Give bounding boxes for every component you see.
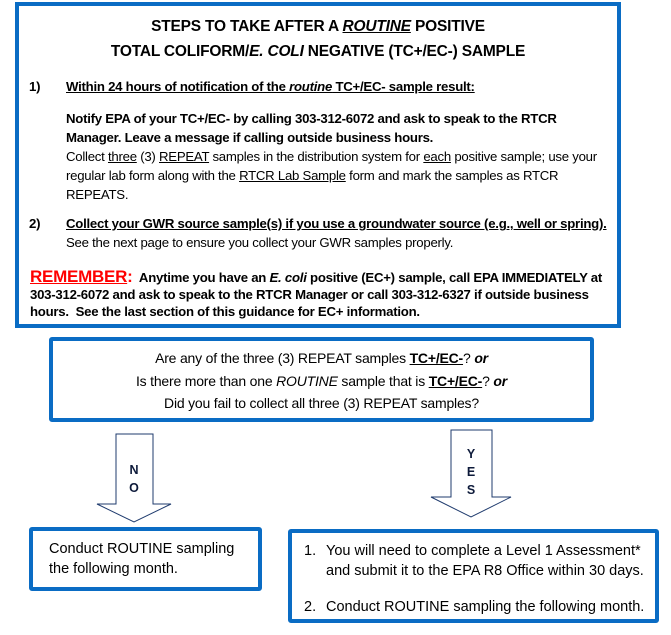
- title-text: TOTAL COLIFORM/: [110, 43, 250, 60]
- yes-outcome-box: 1. You will need to complete a Level 1 A…: [288, 529, 659, 623]
- step-number: 1): [29, 79, 41, 94]
- title-line-1: STEPS TO TAKE AFTER A ROUTINE POSITIVE: [19, 18, 617, 36]
- rtcr-lab-sample-form-reference: RTCR Lab Sample: [239, 168, 346, 183]
- title-emphasis: ROUTINE: [342, 18, 412, 35]
- decision-question-box: Are any of the three (3) REPEAT samples …: [49, 337, 594, 422]
- text: samples in the distribution system for: [209, 149, 424, 164]
- no-label-letter: N: [129, 463, 139, 477]
- title-emphasis: E. COLI: [249, 43, 304, 60]
- heading-text: TC+/EC- sample result:: [332, 79, 475, 94]
- title-line-2: TOTAL COLIFORM/E. COLI NEGATIVE (TC+/EC-…: [19, 43, 617, 61]
- title-text: POSITIVE: [410, 18, 485, 35]
- emphasis-each: each: [423, 149, 451, 164]
- question-text: Is there more than one: [135, 373, 277, 389]
- yes-label-letter: Y: [466, 447, 476, 461]
- remember-emphasis: E. coli: [269, 270, 307, 285]
- yes-label-letter: S: [466, 483, 476, 497]
- remember-label: REMEMBER: [30, 267, 128, 286]
- item-text: Conduct ROUTINE sampling the following m…: [326, 599, 645, 615]
- remember-note: REMEMBER: Anytime you have an E. coli po…: [30, 268, 610, 320]
- step-number: 2): [29, 216, 41, 231]
- heading-emphasis: routine: [289, 79, 333, 94]
- remember-text: Anytime you have an: [132, 270, 270, 285]
- item-text: You will need to complete a Level 1 Asse…: [326, 543, 645, 579]
- question-emphasis: TC+/EC-: [428, 373, 483, 389]
- notify-instructions: Notify EPA of your TC+/EC- by calling 30…: [66, 111, 557, 145]
- item-number: 1.: [304, 543, 317, 559]
- emphasis-three: three: [107, 149, 137, 164]
- no-outcome-box: Conduct ROUTINE sampling the following m…: [29, 527, 262, 591]
- no-arrow: [96, 433, 172, 523]
- question-line-3: Did you fail to collect all three (3) RE…: [164, 395, 479, 411]
- question-text: ?: [463, 350, 475, 366]
- step-1-body: Notify EPA of your TC+/EC- by calling 30…: [66, 109, 611, 204]
- heading-text: Within 24 hours of notification of the: [66, 79, 290, 94]
- title-text: NEGATIVE (TC+/EC-) SAMPLE: [303, 43, 526, 60]
- question-text: Are any of the three (3) REPEAT samples: [155, 350, 410, 366]
- emphasis-repeat: REPEAT: [159, 149, 210, 164]
- step-1-heading: Within 24 hours of notification of the r…: [66, 77, 475, 96]
- no-outcome-text: Conduct ROUTINE sampling the following m…: [49, 541, 235, 577]
- item-number: 2.: [304, 599, 317, 615]
- collect-instructions: Collect three (3) REPEAT samples in the …: [66, 147, 611, 204]
- title-text: STEPS TO TAKE AFTER A: [151, 18, 343, 35]
- question-or: or: [493, 373, 508, 389]
- no-label-letter: O: [129, 481, 139, 495]
- question-line-2: Is there more than one ROUTINE sample th…: [53, 373, 590, 389]
- question-emphasis: TC+/EC-: [409, 350, 464, 366]
- question-line-1: Are any of the three (3) REPEAT samples …: [53, 350, 590, 366]
- yes-label-letter: E: [466, 465, 476, 479]
- text: (3): [136, 149, 159, 164]
- question-emphasis: ROUTINE: [276, 373, 338, 389]
- question-text: sample that is: [337, 373, 429, 389]
- step-2-heading: Collect your GWR source sample(s) if you…: [66, 216, 607, 231]
- question-or: or: [474, 350, 488, 366]
- step-2-text: Collect your GWR source sample(s) if you…: [66, 214, 611, 252]
- text: Collect: [66, 149, 108, 164]
- question-text: ?: [482, 373, 494, 389]
- steps-box: STEPS TO TAKE AFTER A ROUTINE POSITIVE T…: [15, 2, 621, 328]
